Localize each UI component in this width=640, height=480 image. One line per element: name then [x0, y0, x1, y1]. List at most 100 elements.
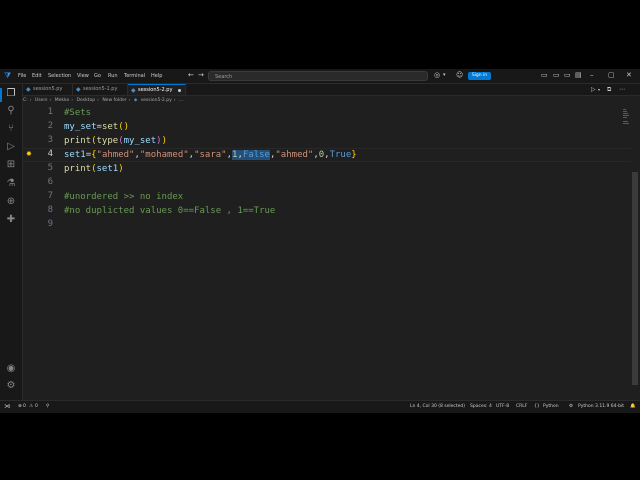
tab-session5-2[interactable]: ◆ session5-2.py [128, 84, 186, 95]
errors-icon[interactable]: ⊗ [18, 404, 22, 409]
python-file-icon: ◆ [133, 98, 138, 103]
bracket-token: } [351, 150, 357, 160]
tab-session5[interactable]: ◆ session5.py [23, 84, 73, 95]
function-token: type [96, 136, 119, 146]
warnings-count[interactable]: 0 [35, 404, 38, 409]
cursor-position[interactable]: Ln 4, Col 30 (8 selected) [410, 404, 465, 409]
menu-run[interactable]: Run [108, 73, 118, 79]
extensions-icon[interactable]: ⊞ [5, 159, 17, 171]
comment-token: #Sets [64, 108, 92, 118]
unsaved-dot-icon[interactable] [178, 89, 181, 92]
remote-explorer-icon[interactable]: ✚ [5, 214, 17, 226]
breadcrumb-item[interactable]: Desktop [77, 98, 96, 103]
string-token: "sara" [194, 150, 227, 160]
breadcrumb-item[interactable]: session5-2.py [141, 98, 172, 103]
bracket-pair-icon[interactable]: {} [534, 404, 540, 409]
testing-icon[interactable]: ⚗ [5, 178, 17, 190]
minimap-line [623, 111, 627, 112]
maximize-icon[interactable]: ▢ [608, 71, 615, 79]
vertical-scrollbar[interactable] [632, 172, 638, 385]
bracket-token: () [118, 122, 130, 132]
settings-gear-icon[interactable]: ⚙ [5, 380, 17, 392]
toggle-sidebar-icon[interactable]: ▭ [541, 71, 548, 79]
breadcrumb-item[interactable]: Users [35, 98, 48, 103]
toggle-secondary-sidebar-icon[interactable]: ▭ [564, 71, 571, 79]
menu-help[interactable]: Help [151, 73, 162, 79]
customize-layout-icon[interactable]: ▤ [575, 71, 582, 79]
line-number: 8 [47, 205, 53, 215]
more-actions-icon[interactable]: ⋯ [619, 86, 625, 93]
python-icon[interactable]: ⊕ [5, 196, 17, 208]
search-placeholder: Search [215, 74, 233, 80]
run-debug-icon[interactable]: ▷ [5, 141, 17, 153]
tab-label: session5-2.py [138, 87, 173, 93]
minimap-line [623, 123, 629, 124]
activity-bar: ❐ ⚲ ⑂ ▷ ⊞ ⚗ ⊕ ✚ ◉ ⚙ [0, 84, 23, 400]
menu-terminal[interactable]: Terminal [124, 73, 145, 79]
search-icon[interactable]: ⚲ [5, 105, 17, 117]
menu-edit[interactable]: Edit [32, 73, 42, 79]
account-icon[interactable]: ☺ [456, 71, 463, 79]
menu-view[interactable]: View [77, 73, 89, 79]
back-arrow-icon[interactable]: ← [188, 71, 194, 79]
notifications-bell-icon[interactable]: 🔔 [630, 404, 636, 409]
copilot-dropdown-icon[interactable]: ▾ [443, 72, 446, 78]
selection-highlight: 1,False [232, 150, 270, 160]
code-line-7: #unordered >> no index [64, 190, 183, 204]
lightbulb-icon[interactable]: ✸ [26, 150, 32, 158]
minimap-line [623, 121, 628, 122]
vscode-window: ⧩ File Edit Selection View Go Run Termin… [0, 69, 640, 413]
keyword-token: True [329, 150, 352, 160]
tab-label: session5-1.py [83, 86, 118, 92]
function-token: set [101, 122, 119, 132]
line-number: 3 [47, 135, 53, 145]
breadcrumb-item[interactable]: ... [179, 98, 183, 103]
run-python-icon[interactable]: ▷ [591, 86, 596, 93]
variable-token: my_set [64, 122, 97, 132]
tab-session5-1[interactable]: ◆ session5-1.py [73, 84, 128, 95]
breadcrumb-item[interactable]: Mekko [55, 98, 69, 103]
close-icon[interactable]: ✕ [626, 71, 632, 79]
python-settings-icon[interactable]: ⚙ [569, 404, 573, 409]
toggle-panel-icon[interactable]: ▭ [553, 71, 560, 79]
line-endings[interactable]: CRLF [516, 404, 527, 409]
explorer-icon[interactable]: ❐ [5, 88, 17, 100]
line-number: 9 [47, 219, 53, 229]
minimap-line [623, 113, 628, 114]
run-dropdown-icon[interactable]: ▾ [598, 87, 600, 92]
breadcrumb-item[interactable]: New folder [102, 98, 126, 103]
editor-tabs: ◆ session5.py ◆ session5-1.py ◆ session5… [23, 84, 640, 96]
language-mode[interactable]: Python [543, 404, 559, 409]
line-number: 5 [47, 163, 53, 173]
menu-go[interactable]: Go [94, 73, 101, 79]
minimap[interactable] [623, 106, 629, 400]
vscode-logo-icon: ⧩ [4, 71, 12, 80]
menu-selection[interactable]: Selection [48, 73, 71, 79]
ports-icon[interactable]: ⚲ [46, 404, 49, 409]
indentation[interactable]: Spaces: 4 [470, 404, 492, 409]
encoding[interactable]: UTF-8 [496, 404, 509, 409]
minimap-line [623, 109, 626, 110]
variable-token: my_set [123, 136, 157, 146]
menu-file[interactable]: File [18, 73, 26, 79]
python-file-icon: ◆ [76, 86, 81, 93]
code-line-4: set1={"ahmed","mohamed","sara",1,False,"… [64, 148, 357, 162]
errors-count[interactable]: 0 [23, 404, 26, 409]
source-control-icon[interactable]: ⑂ [5, 123, 17, 135]
active-indicator [0, 88, 2, 102]
account-icon[interactable]: ◉ [5, 363, 17, 375]
python-file-icon: ◆ [26, 86, 31, 93]
warnings-icon[interactable]: ⚠ [29, 404, 33, 409]
variable-token: set1 [96, 164, 119, 174]
breadcrumb-item[interactable]: C: [23, 98, 28, 103]
command-center-search[interactable]: Search [208, 71, 428, 81]
sign-in-button[interactable]: Sign in [468, 72, 491, 80]
split-editor-icon[interactable]: ⧉ [607, 86, 611, 94]
remote-indicator-icon[interactable]: ⋊ [0, 401, 14, 413]
forward-arrow-icon[interactable]: → [198, 71, 204, 79]
python-interpreter[interactable]: Python 3.11.9 64-bit [578, 404, 624, 409]
minimize-icon[interactable]: – [590, 71, 594, 79]
copilot-icon[interactable]: ◎ [434, 71, 440, 79]
string-token: "ahmed" [96, 150, 135, 160]
code-editor[interactable]: ✸ 1 2 3 4 5 6 7 8 9 #Sets my_set=set() p… [23, 106, 631, 400]
